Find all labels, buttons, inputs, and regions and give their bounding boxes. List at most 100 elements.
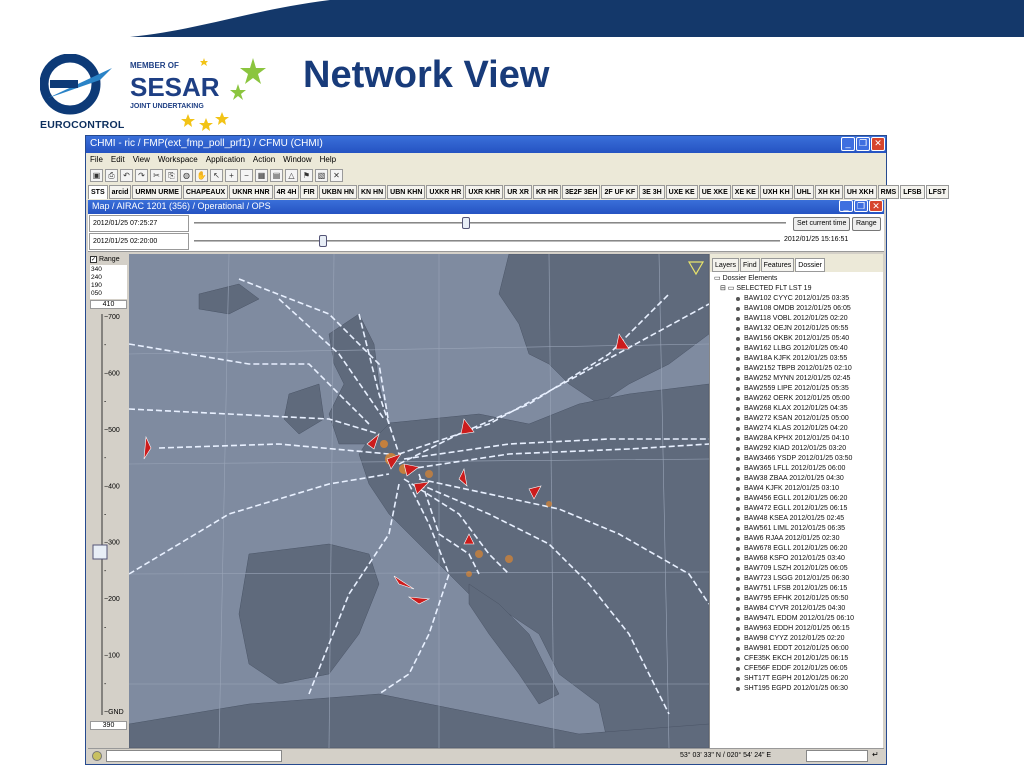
hand-icon[interactable]: ✋ — [195, 168, 208, 182]
range-bottom-value[interactable]: 390 — [90, 721, 127, 730]
dossier-flight-item[interactable]: BAW252 MYNN 2012/01/25 02:45 — [714, 374, 879, 384]
clear-icon[interactable]: ✕ — [330, 168, 343, 182]
dossier-flight-item[interactable]: BAW156 OKBK 2012/01/25 05:40 — [714, 334, 879, 344]
dossier-flight-item[interactable]: BAW365 LFLL 2012/01/25 06:00 — [714, 464, 879, 474]
dossier-flight-item[interactable]: BAW561 LIML 2012/01/25 06:35 — [714, 524, 879, 534]
dossier-tree[interactable]: ▭ Dossier Elements ⊟ ▭ SELECTED FLT LST … — [710, 272, 883, 696]
dossier-flight-item[interactable]: BAW795 EFHK 2012/01/25 05:50 — [714, 594, 879, 604]
tab-urmn-urme[interactable]: URMN URME — [132, 185, 182, 199]
globe-icon[interactable]: ◍ — [180, 168, 193, 182]
time-top-field[interactable]: 2012/01/25 07:25:27 — [89, 215, 189, 232]
menu-item-workspace[interactable]: Workspace — [158, 155, 198, 164]
dossier-flight-item[interactable]: BAW963 EDDH 2012/01/25 06:15 — [714, 624, 879, 634]
status-action-icon[interactable]: ↵ — [872, 750, 879, 759]
range-button[interactable]: Range — [852, 217, 881, 231]
undo-icon[interactable]: ↶ — [120, 168, 133, 182]
print-icon[interactable]: ⎙ — [105, 168, 118, 182]
menu-item-file[interactable]: File — [90, 155, 103, 164]
dossier-flight-item[interactable]: SHT17T EGPH 2012/01/25 06:20 — [714, 674, 879, 684]
dossier-flight-item[interactable]: BAW84 CYVR 2012/01/25 04:30 — [714, 604, 879, 614]
tab-ur-xr[interactable]: UR XR — [504, 185, 532, 199]
triangle-icon[interactable]: △ — [285, 168, 298, 182]
dossier-flight-item[interactable]: BAW18A KJFK 2012/01/25 03:55 — [714, 354, 879, 364]
tab-chapeaux[interactable]: CHAPEAUX — [182, 185, 229, 199]
side-tab-features[interactable]: Features — [760, 258, 795, 272]
dossier-flight-item[interactable]: SHT195 EGPD 2012/01/25 06:30 — [714, 684, 879, 694]
side-tab-layers[interactable]: Layers — [712, 258, 740, 272]
dossier-flight-item[interactable]: BAW4 KJFK 2012/01/25 03:10 — [714, 484, 879, 494]
tab-rms[interactable]: RMS — [877, 185, 900, 199]
copy-icon[interactable]: ⎘ — [165, 168, 178, 182]
time-slider-top-thumb[interactable] — [462, 217, 471, 229]
tab-xh-kh[interactable]: XH KH — [815, 185, 843, 199]
cut-icon[interactable]: ✂ — [150, 168, 163, 182]
tab-uxr-khr[interactable]: UXR KHR — [465, 185, 504, 199]
traffic-map[interactable] — [129, 254, 709, 748]
side-tab-find[interactable]: Find — [740, 258, 760, 272]
tab-lfst[interactable]: LFST — [925, 185, 949, 199]
dossier-flight-item[interactable]: BAW2152 TBPB 2012/01/25 02:10 — [714, 364, 879, 374]
menu-item-action[interactable]: Action — [253, 155, 275, 164]
close-button[interactable]: ✕ — [871, 137, 885, 151]
map-minimize-button[interactable]: _ — [839, 200, 853, 212]
flag-icon[interactable]: ⚑ — [300, 168, 313, 182]
redo-icon[interactable]: ↷ — [135, 168, 148, 182]
dossier-flight-item[interactable]: BAW947L EDDM 2012/01/25 06:10 — [714, 614, 879, 624]
dossier-flight-item[interactable]: BAW751 LFSB 2012/01/25 06:15 — [714, 584, 879, 594]
dossier-root[interactable]: ▭ Dossier Elements — [714, 274, 879, 284]
dossier-flight-item[interactable]: BAW102 CYYC 2012/01/25 03:35 — [714, 294, 879, 304]
time-bottom-field[interactable]: 2012/01/25 02:20:00 — [89, 233, 189, 250]
level-list[interactable]: 340 240 190 050 — [90, 265, 127, 299]
menu-item-window[interactable]: Window — [283, 155, 311, 164]
dossier-flight-item[interactable]: BAW3466 YSDP 2012/01/25 03:50 — [714, 454, 879, 464]
dossier-flight-item[interactable]: BAW162 LLBG 2012/01/25 05:40 — [714, 344, 879, 354]
level-item[interactable]: 190 — [91, 282, 126, 290]
range-top-value[interactable]: 410 — [90, 300, 127, 309]
dossier-flight-item[interactable]: BAW98 CYYZ 2012/01/25 02:20 — [714, 634, 879, 644]
range-checkbox[interactable]: ✓ — [90, 256, 97, 263]
dossier-flight-item[interactable]: BAW456 EGLL 2012/01/25 06:20 — [714, 494, 879, 504]
dossier-flight-item[interactable]: BAW108 OMDB 2012/01/25 06:05 — [714, 304, 879, 314]
image-icon[interactable]: ▧ — [315, 168, 328, 182]
dossier-flight-item[interactable]: BAW268 KLAX 2012/01/25 04:35 — [714, 404, 879, 414]
minimize-button[interactable]: _ — [841, 137, 855, 151]
tab-uh-xkh[interactable]: UH XKH — [843, 185, 877, 199]
status-right-field[interactable] — [806, 750, 868, 762]
menu-item-edit[interactable]: Edit — [111, 155, 125, 164]
dossier-flight-item[interactable]: BAW981 EDDT 2012/01/25 06:00 — [714, 644, 879, 654]
tab-3e-3h[interactable]: 3E 3H — [639, 185, 665, 199]
dossier-flight-item[interactable]: BAW132 OEJN 2012/01/25 05:55 — [714, 324, 879, 334]
time-slider-top-track[interactable] — [194, 222, 786, 224]
dossier-flight-item[interactable]: BAW274 KLAS 2012/01/25 04:20 — [714, 424, 879, 434]
dossier-flight-item[interactable]: CFE35K EKCH 2012/01/25 06:15 — [714, 654, 879, 664]
tab-sts[interactable]: STS — [88, 185, 108, 199]
tab-kn-hn[interactable]: KN HN — [357, 185, 387, 199]
tab-kr-hr[interactable]: KR HR — [532, 185, 562, 199]
dossier-flight-item[interactable]: BAW68 KSFO 2012/01/25 03:40 — [714, 554, 879, 564]
tab-3e2f-3eh[interactable]: 3E2F 3EH — [562, 185, 601, 199]
dossier-flight-item[interactable]: BAW2559 LIPE 2012/01/25 05:35 — [714, 384, 879, 394]
scale-handle[interactable] — [92, 544, 108, 560]
dossier-flight-item[interactable]: BAW262 OERK 2012/01/25 05:00 — [714, 394, 879, 404]
tab-ukbn-hn[interactable]: UKBN HN — [318, 185, 357, 199]
side-tab-dossier[interactable]: Dossier — [795, 258, 825, 272]
tab-4r-4h[interactable]: 4R 4H — [273, 185, 300, 199]
dossier-flight-item[interactable]: BAW292 KIAD 2012/01/25 03:20 — [714, 444, 879, 454]
dossier-flight-item[interactable]: BAW272 KSAN 2012/01/25 05:00 — [714, 414, 879, 424]
zoom-in-icon[interactable]: + — [225, 168, 238, 182]
tab-uxh-kh[interactable]: UXH KH — [759, 185, 793, 199]
map-maximize-button[interactable]: ❐ — [854, 200, 868, 212]
dossier-group[interactable]: ⊟ ▭ SELECTED FLT LST 19 — [714, 284, 879, 294]
tab-uhl[interactable]: UHL — [793, 185, 815, 199]
save-icon[interactable]: ▣ — [90, 168, 103, 182]
menu-item-view[interactable]: View — [133, 155, 150, 164]
level-item[interactable]: 340 — [91, 266, 126, 274]
pointer-icon[interactable]: ↖ — [210, 168, 223, 182]
tab-ubn-khn[interactable]: UBN KHN — [387, 185, 426, 199]
tab-arcid[interactable]: arcid — [108, 185, 132, 199]
tab-ue-xke[interactable]: UE XKE — [698, 185, 731, 199]
grid-icon[interactable]: ▦ — [255, 168, 268, 182]
dossier-flight-item[interactable]: CFE56F EDDF 2012/01/25 06:05 — [714, 664, 879, 674]
tab-uknr-hnr[interactable]: UKNR HNR — [229, 185, 273, 199]
maximize-button[interactable]: ❐ — [856, 137, 870, 151]
